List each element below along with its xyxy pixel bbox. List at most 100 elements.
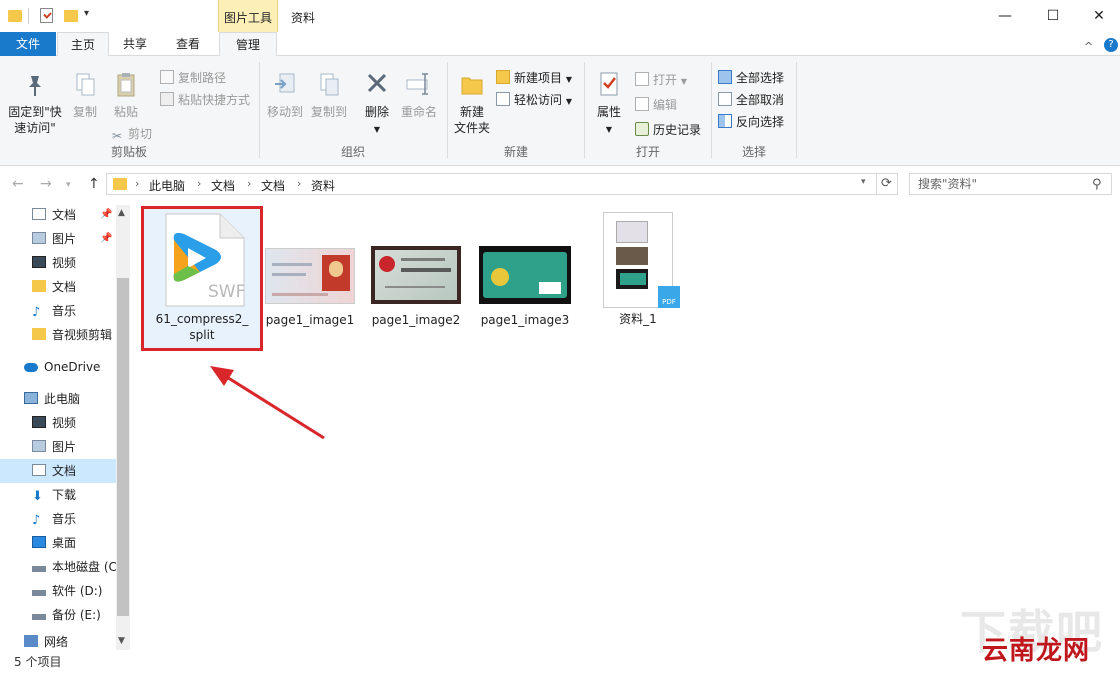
- collapse-ribbon-icon[interactable]: ^: [1084, 40, 1093, 53]
- organize-group: 移动到 复制到 删除 ▼ 重命名 组织: [260, 62, 446, 162]
- nav-item-drive-e[interactable]: 备份 (E:): [0, 603, 116, 627]
- up-arrow-icon[interactable]: ↑: [88, 176, 100, 192]
- folder-icon: [32, 280, 46, 292]
- new-group: 新建 文件夹 新建项目 ▼ 轻松访问 ▼ 新建: [448, 62, 584, 162]
- minimize-button[interactable]: —: [982, 4, 1028, 28]
- music-icon: ♪: [32, 513, 41, 528]
- close-button[interactable]: ✕: [1076, 4, 1120, 28]
- music-icon: ♪: [32, 305, 41, 320]
- forward-arrow-icon[interactable]: →: [40, 176, 52, 192]
- breadcrumb-separator: ›: [297, 177, 302, 190]
- file-item[interactable]: page1_image2: [366, 212, 466, 328]
- open-button[interactable]: 打开 ▼: [635, 70, 687, 90]
- copy-path-button[interactable]: 复制路径: [160, 68, 226, 88]
- breadcrumb-this-pc[interactable]: 此电脑: [149, 177, 185, 194]
- file-item[interactable]: page1_image3: [474, 212, 576, 328]
- copy-to-icon: [320, 73, 339, 96]
- cut-button[interactable]: ✂ 剪切: [110, 124, 152, 144]
- paste-shortcut-button[interactable]: 粘贴快捷方式: [160, 90, 250, 110]
- pin-quick-access-button[interactable]: 固定到"快 速访问": [4, 70, 66, 136]
- nav-item-pc-videos[interactable]: 视频: [0, 411, 116, 435]
- nav-item-videos[interactable]: 视频: [0, 251, 116, 275]
- nav-scrollbar-thumb[interactable]: [117, 278, 129, 616]
- nav-item-pc-documents[interactable]: 文档: [0, 459, 116, 483]
- search-input[interactable]: 搜索"资料": [909, 173, 1112, 195]
- folder-icon: [8, 10, 22, 22]
- item-count: 5 个项目: [14, 655, 62, 669]
- rename-button[interactable]: 重命名: [398, 70, 440, 120]
- copy-to-button[interactable]: 复制到: [308, 70, 350, 120]
- new-folder-button[interactable]: 新建 文件夹: [450, 70, 494, 136]
- nav-item-downloads[interactable]: ⬇ 下载: [0, 483, 116, 507]
- properties-button[interactable]: 属性 ▼: [591, 70, 627, 138]
- file-item[interactable]: PDF 资料_1: [594, 212, 682, 327]
- select-all-button[interactable]: 全部选择: [718, 68, 784, 88]
- delete-button[interactable]: 删除 ▼: [360, 70, 394, 138]
- pin-icon[interactable]: 📌: [100, 233, 112, 244]
- nav-item-onedrive[interactable]: OneDrive: [0, 355, 116, 379]
- help-icon[interactable]: ?: [1104, 38, 1118, 52]
- tab-view[interactable]: 查看: [162, 32, 214, 56]
- new-item-button[interactable]: 新建项目 ▼: [496, 68, 572, 88]
- nav-item-this-pc[interactable]: 此电脑: [0, 387, 116, 411]
- scroll-down-icon[interactable]: ▼: [118, 636, 125, 646]
- paste-label: 粘贴: [113, 105, 138, 119]
- nav-item-drive-c[interactable]: 本地磁盘 (C: [0, 555, 116, 579]
- tab-share[interactable]: 共享: [110, 32, 160, 56]
- nav-item-drive-d[interactable]: 软件 (D:): [0, 579, 116, 603]
- nav-item-label: 此电脑: [44, 392, 81, 406]
- copy-button[interactable]: 复制: [68, 70, 102, 120]
- file-item[interactable]: SWF 61_compress2_ split: [146, 212, 258, 343]
- file-item[interactable]: page1_image1: [262, 212, 358, 328]
- tab-file[interactable]: 文件: [0, 32, 56, 56]
- open-label: 打开: [653, 73, 678, 87]
- paste-button[interactable]: 粘贴: [108, 70, 144, 120]
- properties-icon[interactable]: [40, 8, 53, 23]
- select-none-button[interactable]: 全部取消: [718, 90, 784, 110]
- nav-item-documents[interactable]: 文档: [0, 203, 116, 227]
- breadcrumb-documents-2[interactable]: 文档: [261, 177, 285, 194]
- scroll-up-icon[interactable]: ▲: [118, 208, 125, 218]
- nav-item-pc-music[interactable]: ♪ 音乐: [0, 507, 116, 531]
- nav-item-network[interactable]: 网络: [0, 635, 116, 650]
- video-icon: [32, 416, 46, 428]
- copy-to-label: 复制到: [310, 105, 347, 119]
- nav-item-label: 音视频剪辑: [52, 328, 113, 342]
- address-box[interactable]: › 此电脑 › 文档 › 文档 › 资料 ▾: [106, 173, 877, 195]
- select-none-icon: [718, 92, 732, 106]
- tab-manage[interactable]: 管理: [219, 32, 277, 57]
- nav-item-label: 文档: [52, 464, 77, 478]
- status-bar: 5 个项目: [0, 650, 1120, 673]
- breadcrumb-separator: ›: [135, 177, 140, 190]
- nav-item-music[interactable]: ♪ 音乐: [0, 299, 116, 323]
- tab-home[interactable]: 主页: [57, 32, 109, 57]
- easy-access-icon: [496, 92, 510, 106]
- nav-item-folder-docs[interactable]: 文档: [0, 275, 116, 299]
- search-icon[interactable]: ⚲: [1092, 177, 1102, 192]
- maximize-button[interactable]: ☐: [1030, 4, 1076, 28]
- nav-item-desktop[interactable]: 桌面: [0, 531, 116, 555]
- refresh-icon[interactable]: ⟳: [876, 173, 898, 195]
- nav-item-av-editing[interactable]: 音视频剪辑: [0, 323, 116, 347]
- easy-access-button[interactable]: 轻松访问 ▼: [496, 90, 572, 110]
- nav-item-pc-pictures[interactable]: 图片: [0, 435, 116, 459]
- picture-icon: [32, 440, 46, 452]
- edit-button[interactable]: 编辑: [635, 95, 677, 115]
- breadcrumb-current[interactable]: 资料: [311, 177, 335, 194]
- chevron-down-icon[interactable]: ▾: [861, 177, 866, 187]
- file-name: page1_image2: [371, 313, 461, 327]
- nav-item-pictures[interactable]: 图片: [0, 227, 116, 251]
- move-to-button[interactable]: 移动到: [264, 70, 306, 120]
- invert-selection-button[interactable]: 反向选择: [718, 112, 784, 132]
- breadcrumb-documents[interactable]: 文档: [211, 177, 235, 194]
- history-button[interactable]: 历史记录: [635, 120, 701, 140]
- pin-label-1: 固定到"快: [8, 105, 62, 119]
- drive-icon: [32, 614, 46, 620]
- recent-locations-icon[interactable]: ▾: [66, 180, 71, 190]
- chevron-down-icon: ▼: [605, 125, 613, 134]
- back-arrow-icon[interactable]: ←: [12, 176, 24, 192]
- new-folder-icon[interactable]: [64, 10, 78, 22]
- file-name: page1_image1: [265, 313, 355, 327]
- pin-icon[interactable]: 📌: [100, 209, 112, 220]
- customize-toolbar-icon[interactable]: ▾: [84, 8, 89, 19]
